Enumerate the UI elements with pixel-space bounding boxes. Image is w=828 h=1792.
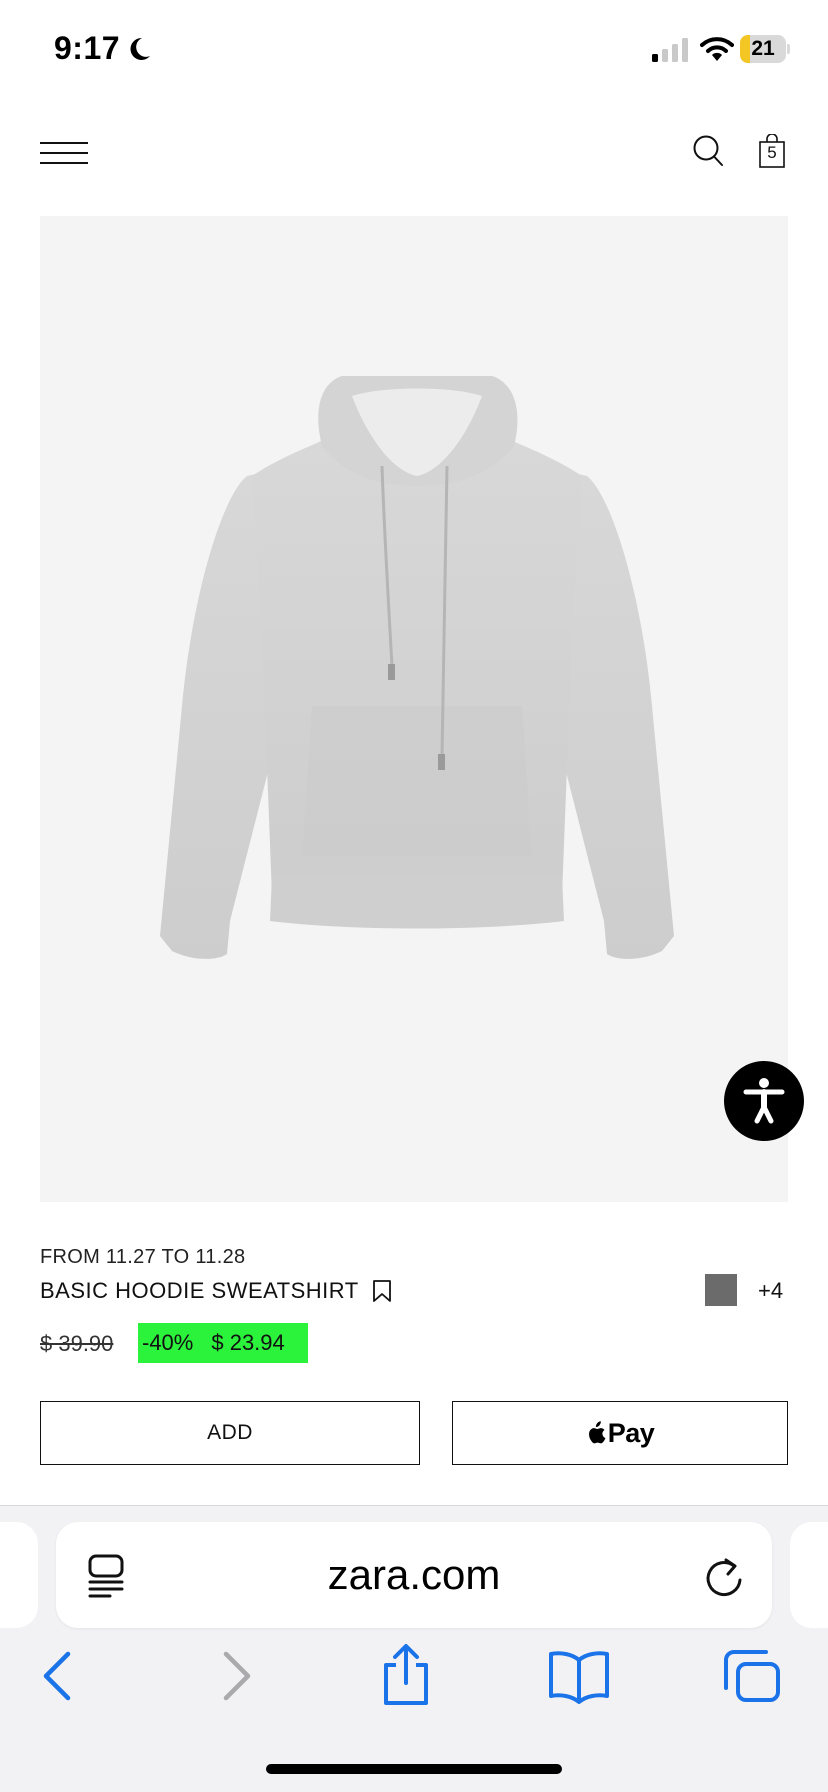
sale-price: $ 23.94 <box>211 1330 285 1355</box>
product-name: BASIC HOODIE SWEATSHIRT <box>40 1278 359 1303</box>
apple-logo-icon <box>588 1421 606 1444</box>
color-swatch[interactable] <box>705 1274 737 1306</box>
reload-icon[interactable] <box>704 1556 744 1598</box>
product-image[interactable] <box>40 216 788 1202</box>
hoodie-product-image <box>160 376 674 959</box>
bag-count: 5 <box>767 143 777 162</box>
battery-indicator: 21 <box>740 35 790 63</box>
add-to-bag-button[interactable]: ADD <box>40 1401 420 1465</box>
hamburger-menu-icon[interactable] <box>40 142 88 164</box>
home-indicator <box>266 1764 562 1774</box>
forward-icon[interactable] <box>218 1648 254 1704</box>
sale-price-badge: -40% $ 23.94 <box>138 1323 308 1363</box>
bookmark-icon[interactable] <box>372 1279 392 1303</box>
shopping-bag-button[interactable]: 5 <box>758 134 786 168</box>
battery-level: 21 <box>751 37 775 60</box>
discount-percent: -40% <box>142 1330 194 1355</box>
moon-icon <box>130 37 150 60</box>
cellular-signal-icon <box>652 38 688 62</box>
bookmarks-icon[interactable] <box>548 1648 610 1704</box>
back-icon[interactable] <box>40 1648 76 1704</box>
promo-dates: FROM 11.27 TO 11.28 <box>40 1246 246 1268</box>
accessibility-button[interactable] <box>724 1061 804 1141</box>
address-bar[interactable]: zara.com <box>56 1522 772 1628</box>
pay-label: Pay <box>607 1417 655 1448</box>
status-bar: 9:17 21 <box>0 0 828 100</box>
url-text: zara.com <box>327 1551 501 1598</box>
tabs-icon[interactable] <box>722 1648 782 1704</box>
next-tab-preview[interactable] <box>790 1522 828 1628</box>
share-icon[interactable] <box>380 1643 432 1707</box>
more-colors-link[interactable]: +4 <box>758 1278 783 1304</box>
wifi-icon <box>700 37 734 61</box>
apple-pay-button[interactable]: Pay <box>452 1401 788 1465</box>
accessibility-person-icon <box>743 1078 785 1124</box>
previous-tab-preview[interactable] <box>0 1522 38 1628</box>
status-time: 9:17 <box>54 30 121 66</box>
original-price: $ 39.90 <box>40 1331 114 1356</box>
add-button-label: ADD <box>207 1421 253 1444</box>
search-icon[interactable] <box>692 134 724 168</box>
